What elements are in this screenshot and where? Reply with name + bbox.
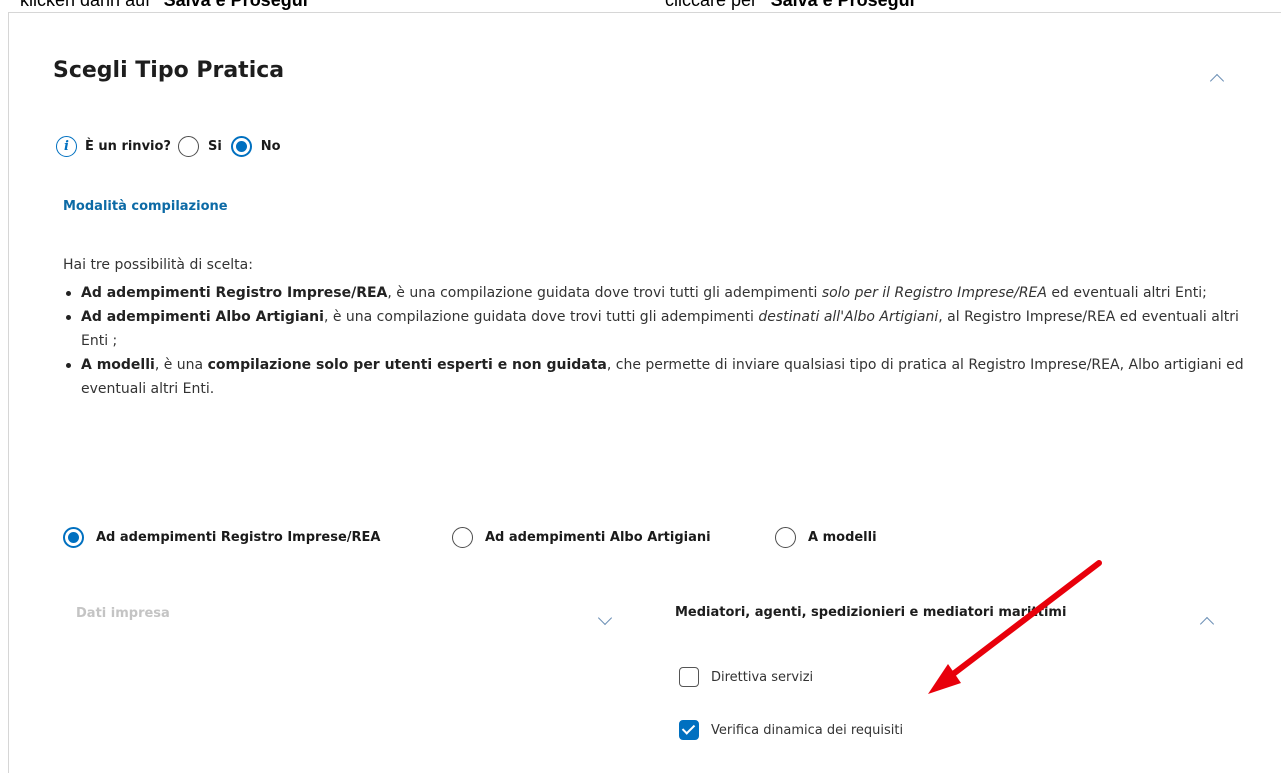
top-left-prefix: klicken dann auf <box>20 0 156 10</box>
choice-italic: destinati all'Albo Artigiani <box>758 309 939 325</box>
choice-text: , è una <box>154 357 208 373</box>
mode-modelli-label[interactable]: A modelli <box>808 530 877 545</box>
rinvio-row: i È un rinvio? Si No <box>56 136 281 157</box>
choice-bold: Ad adempimenti Albo Artigiani <box>81 309 324 325</box>
verifica-requisiti-checkbox[interactable] <box>679 720 699 740</box>
choice-bold: A modelli <box>81 357 155 373</box>
top-right-prefix: cliccare per <box>665 0 763 10</box>
mode-albo-label[interactable]: Ad adempimenti Albo Artigiani <box>485 530 711 545</box>
choices-list: Ad adempimenti Registro Imprese/REA, è u… <box>63 281 1263 401</box>
direttiva-servizi-option[interactable]: Direttiva servizi <box>679 667 813 687</box>
top-right-bold: "Salva e Prosegui" <box>762 0 924 10</box>
choice-text: ed eventuali altri Enti; <box>1046 285 1207 301</box>
info-icon[interactable]: i <box>56 136 77 157</box>
mode-registro-radio[interactable] <box>63 527 84 548</box>
choice-bold: Ad adempimenti Registro Imprese/REA <box>81 285 388 301</box>
mode-registro-label[interactable]: Ad adempimenti Registro Imprese/REA <box>96 530 381 545</box>
panel-title: Scegli Tipo Pratica <box>53 58 285 83</box>
top-left-bold: "Salva e Prosegui" <box>155 0 317 10</box>
top-instruction-left: klicken dann auf "Salva e Prosegui" <box>20 0 316 11</box>
mode-registro-option[interactable]: Ad adempimenti Registro Imprese/REA <box>63 527 381 548</box>
choice-description: Ad adempimenti Registro Imprese/REA, è u… <box>63 281 1263 305</box>
choice-text: , è una compilazione guidata dove trovi … <box>387 285 822 301</box>
verifica-requisiti-label[interactable]: Verifica dinamica dei requisiti <box>711 723 903 738</box>
dati-impresa-section-title[interactable]: Dati impresa <box>76 606 170 621</box>
choice-description: A modelli, è una compilazione solo per u… <box>63 353 1263 401</box>
rinvio-no-label[interactable]: No <box>261 139 281 154</box>
choice-text: , è una compilazione guidata dove trovi … <box>323 309 759 325</box>
rinvio-si-radio[interactable] <box>177 136 199 157</box>
direttiva-servizi-checkbox[interactable] <box>679 667 699 687</box>
mode-albo-radio[interactable] <box>452 527 473 548</box>
rinvio-si-label[interactable]: Si <box>208 139 222 154</box>
choice-description: Ad adempimenti Albo Artigiani, è una com… <box>63 305 1263 353</box>
verifica-requisiti-option[interactable]: Verifica dinamica dei requisiti <box>679 720 903 740</box>
top-instruction-right: cliccare per "Salva e Prosegui" <box>665 0 923 11</box>
rinvio-question: È un rinvio? <box>85 139 171 154</box>
mode-albo-option[interactable]: Ad adempimenti Albo Artigiani <box>452 527 711 548</box>
mode-modelli-radio[interactable] <box>775 527 796 548</box>
modalita-compilazione-link[interactable]: Modalità compilazione <box>63 199 228 214</box>
mediatori-section-title[interactable]: Mediatori, agenti, spedizionieri e media… <box>675 605 1066 620</box>
rinvio-no-radio[interactable] <box>230 136 252 157</box>
choice-bold: compilazione solo per utenti esperti e n… <box>207 357 607 373</box>
direttiva-servizi-label[interactable]: Direttiva servizi <box>711 670 813 685</box>
choice-italic: solo per il Registro Imprese/REA <box>821 285 1047 301</box>
intro-text: Hai tre possibilità di scelta: <box>63 257 253 273</box>
mode-modelli-option[interactable]: A modelli <box>775 527 877 548</box>
